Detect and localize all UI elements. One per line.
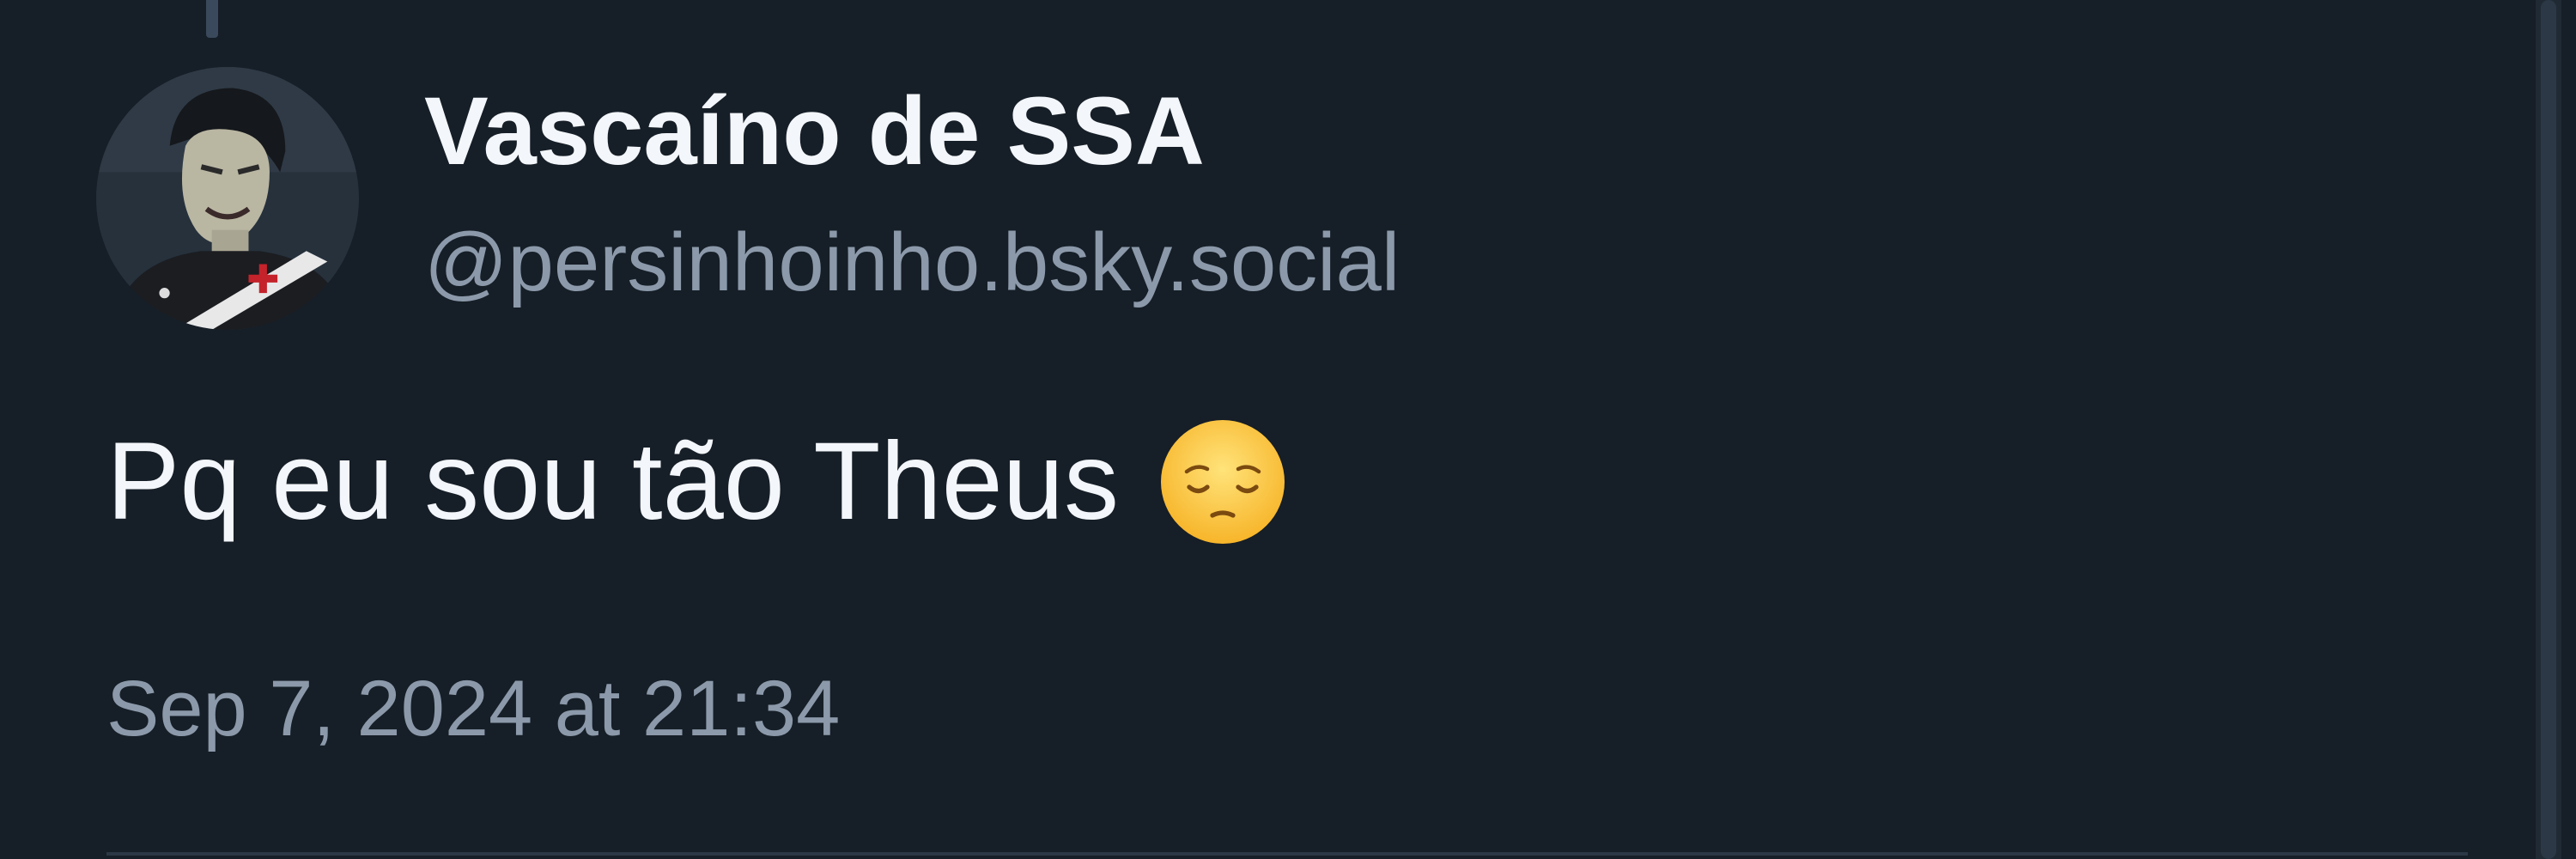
post-timestamp: Sep 7, 2024 at 21:34: [106, 665, 841, 752]
pensive-face-emoji-icon: [1158, 417, 1287, 546]
author-handle[interactable]: @persinhoinho.bsky.social: [424, 213, 1400, 312]
post-text: Pq eu sou tão Theus: [106, 420, 1119, 543]
scrollbar-thumb[interactable]: [2541, 0, 2556, 859]
divider: [106, 852, 2468, 856]
avatar[interactable]: [96, 67, 359, 330]
post-body: Pq eu sou tão Theus: [106, 416, 1287, 548]
thread-connector-line: [206, 0, 218, 38]
avatar-character-icon: [96, 67, 359, 330]
scrollbar[interactable]: [2536, 0, 2561, 859]
author-display-name[interactable]: Vascaíno de SSA: [424, 74, 1205, 189]
